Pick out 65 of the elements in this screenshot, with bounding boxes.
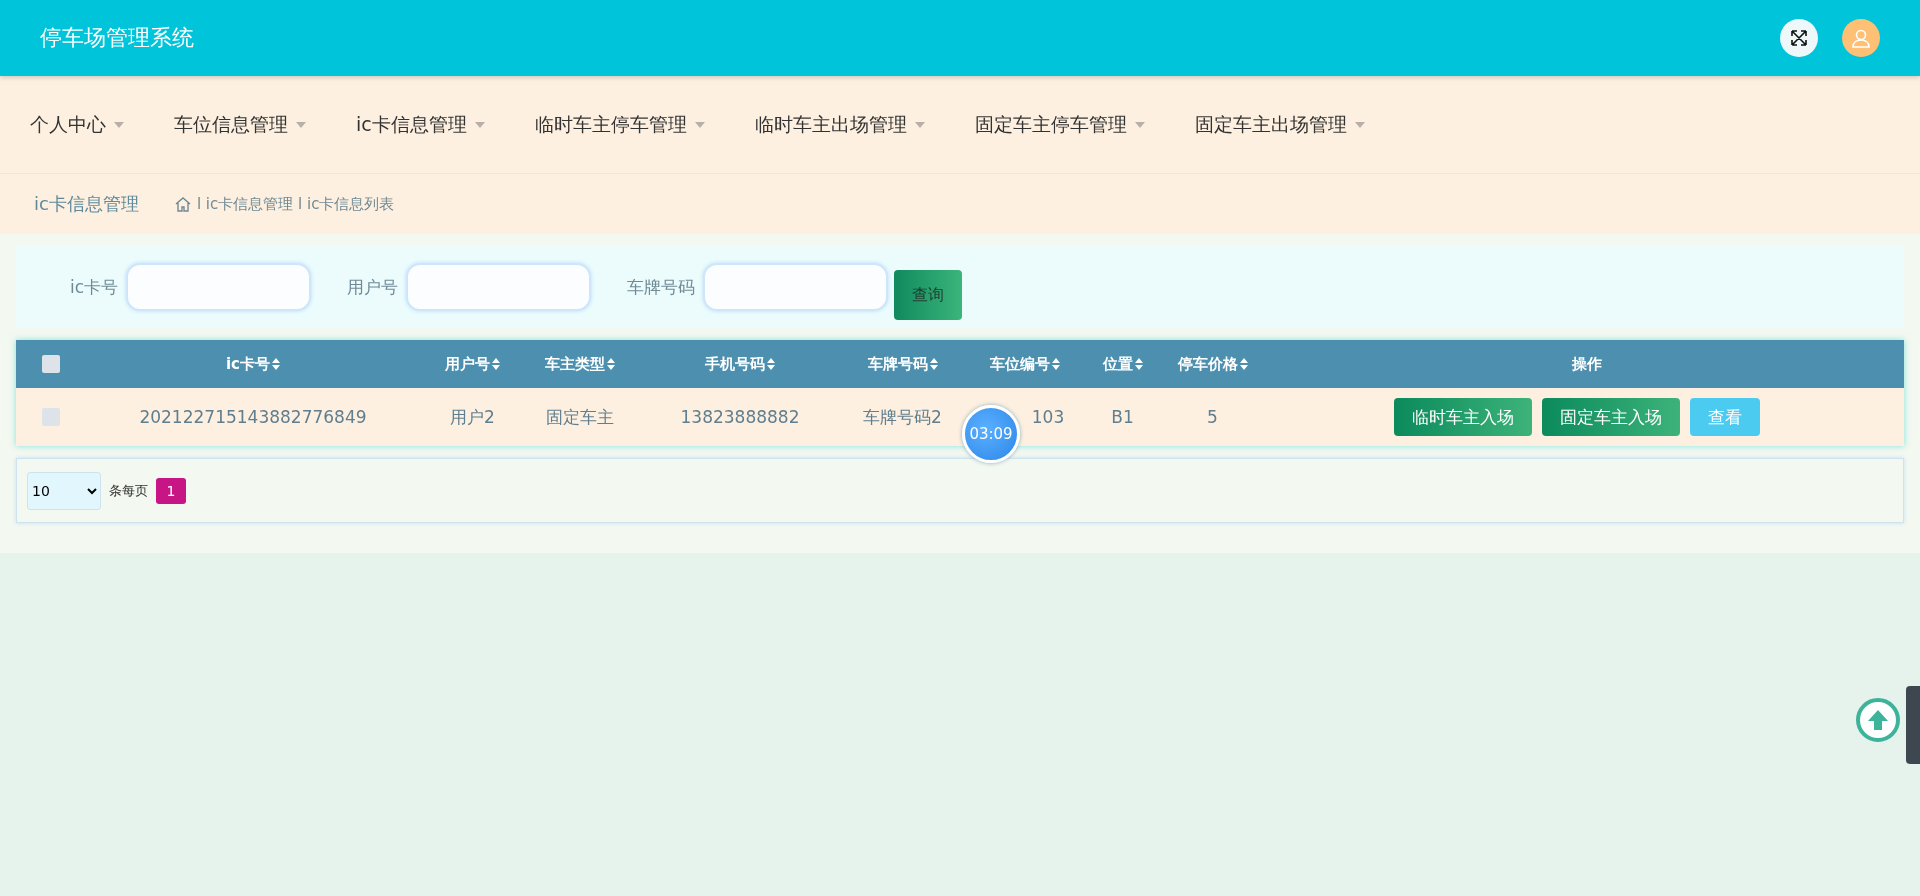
fullscreen-icon — [1790, 29, 1808, 47]
search-field[interactable] — [406, 263, 592, 311]
caret-icon — [474, 121, 485, 128]
search-field[interactable] — [703, 263, 889, 311]
table-cell: 5 — [1207, 407, 1218, 427]
search-field[interactable] — [126, 263, 312, 311]
table-cell: 202122715143882776849 — [139, 407, 367, 427]
up-arrow-icon — [1866, 708, 1890, 732]
sort-icon — [607, 358, 615, 370]
caret-icon — [694, 121, 705, 128]
app-title: 停车场管理系统 — [40, 24, 195, 52]
column-header[interactable]: 停车价格 — [1177, 354, 1238, 374]
column-header[interactable]: 手机号码 — [705, 354, 765, 374]
field-label: ic卡号 — [70, 275, 119, 299]
nav-menu-item[interactable]: 固定车主出场管理 — [1194, 111, 1365, 138]
breadcrumb-path: l ic卡信息管理 l ic卡信息列表 — [196, 194, 395, 214]
column-header[interactable]: 车位编号 — [990, 354, 1050, 374]
nav-menu-item[interactable]: ic卡信息管理 — [356, 111, 485, 138]
column-header[interactable]: ic卡号 — [225, 354, 270, 374]
table-cell: 13823888882 — [680, 407, 800, 427]
column-header[interactable]: 车主类型 — [545, 354, 605, 374]
select-all-checkbox[interactable] — [42, 355, 60, 373]
back-to-top-button[interactable] — [1856, 698, 1900, 742]
sort-icon — [1134, 358, 1143, 370]
caret-icon — [1134, 121, 1145, 128]
table-cell: 用户2 — [450, 406, 495, 427]
nav-menu-item[interactable]: 车位信息管理 — [174, 111, 306, 138]
column-header[interactable]: 用户号 — [445, 354, 490, 374]
sort-icon — [1052, 358, 1060, 370]
table-cell: B1 — [1111, 407, 1134, 427]
nav-menu-item[interactable]: 个人中心 — [30, 111, 124, 138]
search-button[interactable]: 查询 — [894, 270, 963, 320]
sort-icon — [929, 358, 938, 370]
page-size-select[interactable]: 10 — [27, 471, 101, 510]
caret-icon — [296, 121, 306, 128]
fullscreen-button[interactable] — [1780, 19, 1818, 57]
nav-menu-item[interactable]: 临时车主出场管理 — [754, 111, 925, 138]
per-page-label: 条每页 — [109, 481, 148, 500]
table-cell: 固定车主 — [546, 406, 614, 427]
user-icon — [1851, 28, 1871, 48]
timer-badge: 03:09 — [962, 405, 1020, 463]
page-title: ic卡信息管理 — [34, 192, 139, 216]
sort-icon — [767, 358, 775, 370]
nav-menu-item[interactable]: 固定车主停车管理 — [974, 111, 1145, 138]
field-label: 用户号 — [347, 275, 399, 299]
field-label: 车牌号码 — [627, 275, 696, 299]
sort-icon — [272, 358, 280, 370]
caret-icon — [114, 121, 124, 128]
avatar-button[interactable] — [1842, 19, 1880, 57]
home-icon[interactable] — [174, 196, 191, 212]
caret-icon — [1354, 121, 1365, 128]
caret-icon — [914, 121, 925, 128]
sort-icon — [1239, 358, 1248, 370]
column-header: 操作 — [1572, 354, 1602, 374]
nav-menu-item[interactable]: 临时车主停车管理 — [534, 111, 705, 138]
row-checkbox[interactable] — [42, 408, 60, 426]
sort-icon — [492, 358, 500, 370]
action-button[interactable]: 临时车主入场 — [1394, 398, 1532, 436]
column-header[interactable]: 车牌号码 — [867, 354, 928, 374]
action-button[interactable]: 查看 — [1690, 398, 1760, 436]
table-cell: 103 — [1031, 407, 1065, 427]
column-header[interactable]: 位置 — [1102, 354, 1133, 374]
action-button[interactable]: 固定车主入场 — [1542, 398, 1680, 436]
page-button[interactable]: 1 — [156, 477, 186, 504]
table-cell: 车牌号码2 — [863, 406, 942, 427]
